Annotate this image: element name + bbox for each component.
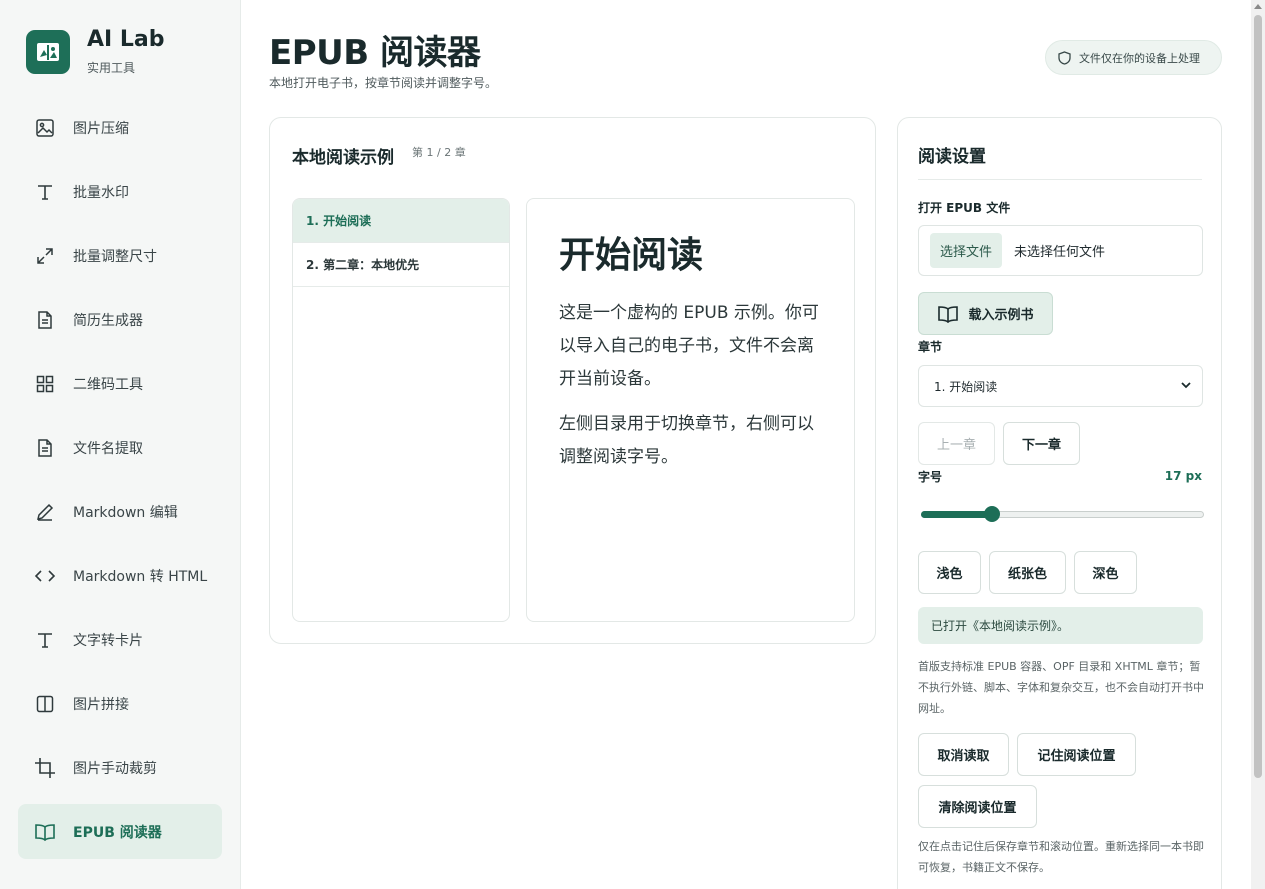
chapter-progress: 第 1 / 2 章 bbox=[412, 146, 466, 159]
chapter-content: 开始阅读 这是一个虚构的 EPUB 示例。你可以导入自己的电子书，文件不会离开当… bbox=[526, 198, 855, 622]
choose-file-button[interactable]: 选择文件 bbox=[930, 233, 1003, 268]
sidebar-nav: 图片压缩 批量水印 批量调整尺寸 简历生成器 二维码工具 文件名提取 Markd… bbox=[18, 100, 222, 868]
sidebar-item-label: 文件名提取 bbox=[73, 440, 143, 457]
sidebar-item-label: 二维码工具 bbox=[73, 376, 143, 393]
brand-logo bbox=[26, 29, 70, 74]
sidebar-item-label: EPUB 阅读器 bbox=[73, 824, 162, 841]
scroll-thumb[interactable] bbox=[1254, 15, 1262, 778]
scroll-up-arrow-icon[interactable] bbox=[1254, 4, 1262, 9]
text-icon bbox=[34, 181, 56, 203]
sidebar-item-label: Markdown 转 HTML bbox=[73, 568, 208, 585]
brand-name: AI Lab bbox=[87, 27, 165, 52]
font-size-label: 字号 bbox=[918, 470, 943, 484]
table-of-contents: 1. 开始阅读 2. 第二章：本地优先 bbox=[292, 198, 510, 622]
grid-icon bbox=[34, 373, 56, 395]
divider bbox=[918, 179, 1202, 180]
theme-light-button[interactable]: 浅色 bbox=[918, 551, 981, 594]
book-icon bbox=[34, 821, 56, 843]
chevron-down-icon bbox=[1180, 379, 1192, 394]
crop-icon bbox=[34, 757, 56, 779]
book-title: 本地阅读示例 bbox=[292, 148, 394, 168]
sidebar-item-filename[interactable]: 文件名提取 bbox=[18, 420, 222, 475]
remember-position-button[interactable]: 记住阅读位置 bbox=[1017, 733, 1136, 776]
toc-item[interactable]: 1. 开始阅读 bbox=[293, 199, 509, 243]
sidebar-item-label: 文字转卡片 bbox=[73, 632, 143, 649]
epub-file-input[interactable]: 选择文件 未选择任何文件 bbox=[918, 225, 1203, 276]
sidebar-item-qrcode[interactable]: 二维码工具 bbox=[18, 356, 222, 411]
open-file-label: 打开 EPUB 文件 bbox=[918, 201, 1011, 215]
brand[interactable]: AI Lab 实用工具 bbox=[26, 27, 164, 76]
pen-icon bbox=[34, 501, 56, 523]
page-scrollbar[interactable] bbox=[1251, 0, 1265, 889]
prev-chapter-button[interactable]: 上一章 bbox=[918, 422, 995, 465]
sidebar-item-image-compress[interactable]: 图片压缩 bbox=[18, 100, 222, 155]
resize-icon bbox=[34, 245, 56, 267]
sidebar-item-resize[interactable]: 批量调整尺寸 bbox=[18, 228, 222, 283]
code-icon bbox=[34, 565, 56, 587]
sidebar-item-label: 图片拼接 bbox=[73, 696, 129, 713]
cancel-read-button[interactable]: 取消读取 bbox=[918, 733, 1009, 776]
sidebar-item-label: 简历生成器 bbox=[73, 312, 143, 329]
reader-panel: 本地阅读示例 第 1 / 2 章 1. 开始阅读 2. 第二章：本地优先 开始阅… bbox=[269, 117, 876, 644]
sidebar-item-watermark[interactable]: 批量水印 bbox=[18, 164, 222, 219]
document-icon bbox=[34, 309, 56, 331]
sidebar-item-epub-reader[interactable]: EPUB 阅读器 bbox=[18, 804, 222, 859]
sidebar-item-crop[interactable]: 图片手动裁剪 bbox=[18, 740, 222, 795]
sidebar-item-text-card[interactable]: 文字转卡片 bbox=[18, 612, 222, 667]
load-sample-button[interactable]: 载入示例书 bbox=[918, 292, 1053, 335]
font-size-slider-fill bbox=[921, 511, 992, 518]
chapter-select-value: 1. 开始阅读 bbox=[934, 379, 998, 394]
load-sample-label: 载入示例书 bbox=[968, 308, 1034, 323]
chapter-paragraph: 左侧目录用于切换章节，右侧可以调整阅读字号。 bbox=[559, 414, 814, 467]
columns-icon bbox=[34, 693, 56, 715]
support-note: 首版支持标准 EPUB 容器、OPF 目录和 XHTML 章节；暂不执行外链、脚… bbox=[918, 660, 1204, 715]
chapter-select[interactable]: 1. 开始阅读 bbox=[918, 365, 1203, 407]
font-size-value: 17 px bbox=[1164, 469, 1202, 483]
chapter-paragraph: 这是一个虚构的 EPUB 示例。你可以导入自己的电子书，文件不会离开当前设备。 bbox=[559, 303, 819, 389]
reading-settings-panel: 阅读设置 打开 EPUB 文件 选择文件 未选择任何文件 载入示例书 章节 1.… bbox=[897, 117, 1222, 889]
file-status: 未选择任何文件 bbox=[1014, 245, 1106, 260]
document-icon bbox=[34, 437, 56, 459]
chapter-label: 章节 bbox=[918, 340, 943, 354]
clear-position-button[interactable]: 清除阅读位置 bbox=[918, 785, 1037, 828]
page-subtitle: 本地打开电子书，按章节阅读并调整字号。 bbox=[269, 76, 498, 90]
sidebar-item-markdown-html[interactable]: Markdown 转 HTML bbox=[18, 548, 222, 603]
toc-item[interactable]: 2. 第二章：本地优先 bbox=[293, 243, 509, 287]
status-message: 已打开《本地阅读示例》。 bbox=[918, 607, 1203, 644]
theme-paper-button[interactable]: 纸张色 bbox=[989, 551, 1066, 594]
sidebar-item-resume[interactable]: 简历生成器 bbox=[18, 292, 222, 347]
book-icon bbox=[937, 305, 959, 323]
privacy-badge-label: 文件仅在你的设备上处理 bbox=[1079, 51, 1200, 65]
privacy-badge: 文件仅在你的设备上处理 bbox=[1045, 40, 1222, 75]
footer-note: 仅在点击记住后保存章节和滚动位置。重新选择同一本书即可恢复，书籍正文不保存。 bbox=[918, 840, 1204, 874]
sidebar-item-markdown-edit[interactable]: Markdown 编辑 bbox=[18, 484, 222, 539]
theme-dark-button[interactable]: 深色 bbox=[1074, 551, 1137, 594]
settings-title: 阅读设置 bbox=[918, 147, 986, 167]
sidebar-item-image-join[interactable]: 图片拼接 bbox=[18, 676, 222, 731]
sidebar-item-label: 批量调整尺寸 bbox=[73, 248, 157, 265]
sidebar-item-label: Markdown 编辑 bbox=[73, 504, 178, 521]
sidebar-item-label: 批量水印 bbox=[73, 184, 129, 201]
next-chapter-button[interactable]: 下一章 bbox=[1003, 422, 1080, 465]
sidebar-item-label: 图片压缩 bbox=[73, 120, 129, 137]
page-title: EPUB 阅读器 bbox=[269, 33, 481, 73]
sidebar: AI Lab 实用工具 图片压缩 批量水印 批量调整尺寸 简历生成器 二维码工具… bbox=[0, 0, 241, 889]
shield-icon bbox=[1058, 50, 1071, 65]
brand-subtitle: 实用工具 bbox=[87, 61, 136, 75]
image-icon bbox=[34, 117, 56, 139]
font-size-slider-thumb[interactable] bbox=[983, 506, 1000, 522]
text-icon bbox=[34, 629, 56, 651]
chapter-heading: 开始阅读 bbox=[559, 235, 704, 276]
sidebar-item-label: 图片手动裁剪 bbox=[73, 760, 157, 777]
